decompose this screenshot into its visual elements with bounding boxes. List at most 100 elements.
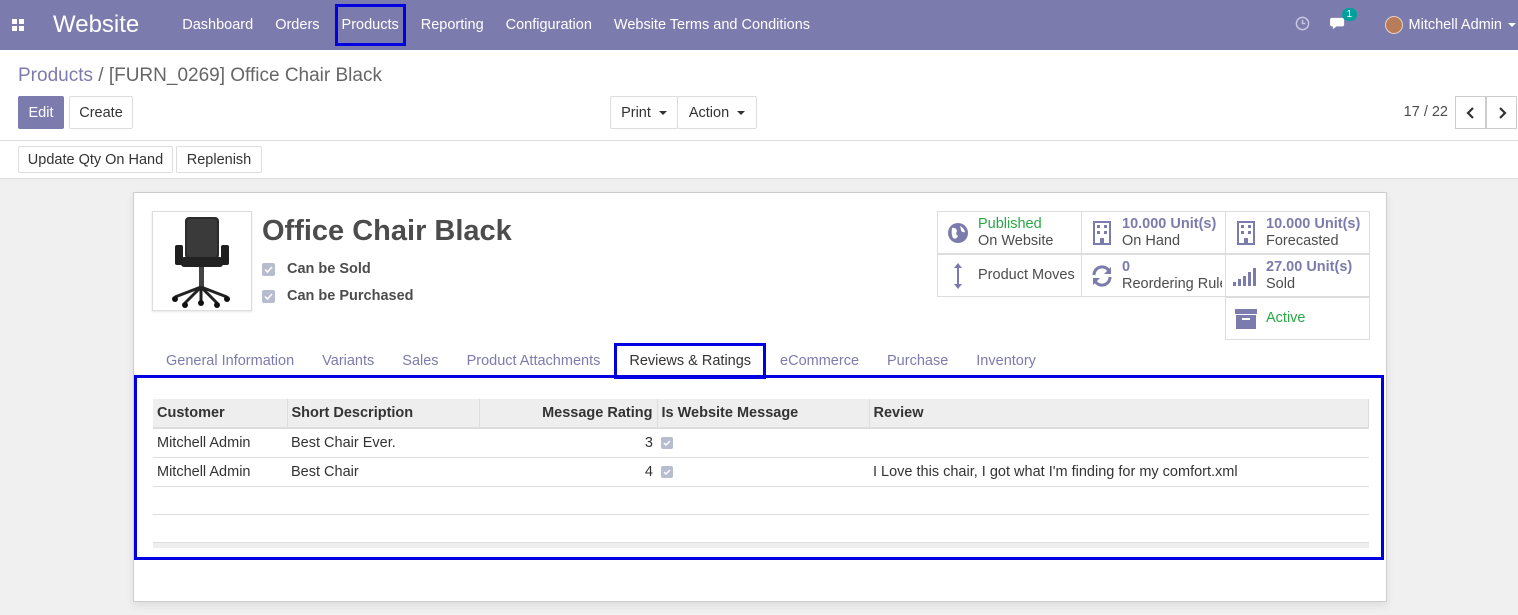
can-be-purchased-row: Can be Purchased	[262, 288, 414, 304]
app-brand[interactable]: Website	[53, 11, 139, 39]
can-be-sold-row: Can be Sold	[262, 261, 371, 277]
column-is-website-message[interactable]: Is Website Message	[657, 399, 870, 429]
menu-reporting[interactable]: Reporting	[410, 0, 495, 50]
print-label: Print	[621, 104, 651, 121]
refresh-icon	[1092, 264, 1112, 287]
empty-row	[153, 486, 1369, 515]
cell-review: I Love this chair, I got what I'm findin…	[869, 457, 1369, 487]
website-message-checkbox[interactable]	[661, 465, 673, 478]
breadcrumb-products[interactable]: Products	[18, 65, 93, 86]
pager-next-button[interactable]	[1486, 96, 1517, 129]
pager-value[interactable]: 17 / 22	[1404, 104, 1448, 120]
tab-sales[interactable]: Sales	[388, 343, 452, 379]
column-message-rating[interactable]: Message Rating	[479, 399, 658, 429]
product-moves-label: Product Moves	[978, 267, 1075, 283]
cell-review	[869, 428, 1369, 458]
breadcrumb-current: [FURN_0269] Office Chair Black	[108, 65, 382, 86]
table-row[interactable]: Mitchell Admin Best Chair Ever. 3	[153, 428, 1369, 458]
form-statusbar: Update Qty On Hand Replenish	[0, 141, 1518, 179]
published-value: Published	[978, 215, 1042, 232]
cell-customer: Mitchell Admin	[153, 428, 287, 458]
website-message-checkbox[interactable]	[661, 436, 673, 449]
action-label: Action	[688, 104, 730, 121]
office-chair-image	[172, 217, 230, 308]
cell-website-message	[657, 428, 869, 458]
table-footer	[153, 542, 1369, 548]
notebook-tabs: General Information Variants Sales Produ…	[152, 343, 1050, 379]
cell-website-message	[657, 457, 869, 487]
can-be-purchased-checkbox[interactable]	[262, 289, 275, 303]
on-hand-stat-button[interactable]: 10.000 Unit(s) On Hand	[1081, 211, 1226, 254]
product-image[interactable]	[152, 211, 252, 311]
menu-products[interactable]: Products	[331, 0, 410, 50]
menu-dashboard[interactable]: Dashboard	[171, 0, 264, 50]
table-header-row: Customer Short Description Message Ratin…	[153, 399, 1369, 429]
forecasted-label: Forecasted	[1266, 232, 1339, 249]
sold-label: Sold	[1266, 275, 1296, 292]
tab-purchase[interactable]: Purchase	[873, 343, 962, 379]
reviews-panel: Customer Short Description Message Ratin…	[134, 375, 1384, 560]
chevron-right-icon	[1498, 106, 1507, 119]
forecasted-value: 10.000 Unit(s)	[1266, 215, 1361, 232]
chat-icon[interactable]: 1	[1329, 8, 1358, 34]
action-caret-icon	[737, 110, 746, 115]
create-button[interactable]: Create	[69, 96, 133, 129]
reordering-stat-button[interactable]: 0Reordering Rules	[1081, 254, 1226, 297]
clock-icon[interactable]	[1295, 16, 1310, 34]
signal-bars-icon	[1233, 267, 1256, 286]
print-dropdown[interactable]: Print	[610, 96, 678, 129]
product-name[interactable]: Office Chair Black	[262, 215, 512, 248]
archive-icon	[1235, 308, 1257, 329]
can-be-sold-label: Can be Sold	[287, 261, 371, 277]
column-short-description[interactable]: Short Description	[287, 399, 480, 429]
apps-grid-icon[interactable]	[0, 0, 36, 50]
breadcrumb: Products / [FURN_0269] Office Chair Blac…	[18, 65, 382, 87]
column-customer[interactable]: Customer	[153, 399, 288, 429]
table-row[interactable]: Mitchell Admin Best Chair 4 I Love this …	[153, 457, 1369, 487]
chat-badge: 1	[1341, 8, 1358, 21]
cell-customer: Mitchell Admin	[153, 457, 287, 487]
menu-configuration[interactable]: Configuration	[495, 0, 603, 50]
control-panel: Products / [FURN_0269] Office Chair Blac…	[0, 50, 1518, 141]
active-stat-button[interactable]: Active	[1225, 297, 1370, 340]
form-sheet: Office Chair Black Can be Sold Can be Pu…	[133, 192, 1387, 602]
globe-icon	[948, 222, 968, 243]
chevron-left-icon	[1465, 106, 1474, 119]
avatar[interactable]	[1384, 16, 1403, 34]
active-label: Active	[1266, 310, 1306, 326]
on-hand-value: 10.000 Unit(s)	[1122, 215, 1217, 232]
cell-rating: 4	[479, 457, 657, 487]
column-review[interactable]: Review	[869, 399, 1369, 429]
pager-previous-button[interactable]	[1455, 96, 1486, 129]
tab-inventory[interactable]: Inventory	[962, 343, 1050, 379]
tab-ecommerce[interactable]: eCommerce	[766, 343, 873, 379]
tab-general-information[interactable]: General Information	[152, 343, 308, 379]
empty-row	[153, 514, 1369, 543]
can-be-purchased-label: Can be Purchased	[287, 288, 414, 304]
cell-short-description: Best Chair Ever.	[287, 428, 479, 458]
replenish-button[interactable]: Replenish	[176, 146, 262, 173]
menu-orders[interactable]: Orders	[264, 0, 330, 50]
published-stat-button[interactable]: Published On Website	[937, 211, 1082, 254]
menu-website-terms[interactable]: Website Terms and Conditions	[603, 0, 821, 50]
product-moves-stat-button[interactable]: Product Moves	[937, 254, 1082, 297]
edit-button[interactable]: Edit	[18, 96, 64, 129]
update-qty-button[interactable]: Update Qty On Hand	[18, 146, 173, 173]
building-icon	[1237, 220, 1255, 245]
can-be-sold-checkbox[interactable]	[262, 262, 275, 276]
on-hand-label: On Hand	[1122, 232, 1181, 249]
user-dropdown-caret-icon[interactable]	[1508, 23, 1516, 27]
cell-rating: 3	[479, 428, 657, 458]
sold-stat-button[interactable]: 27.00 Unit(s) Sold	[1225, 254, 1370, 297]
tab-reviews-ratings[interactable]: Reviews & Ratings	[614, 343, 767, 379]
action-dropdown[interactable]: Action	[677, 96, 757, 129]
published-label: On Website	[978, 232, 1054, 249]
user-menu[interactable]: Mitchell Admin	[1409, 17, 1502, 33]
reviews-table: Customer Short Description Message Ratin…	[153, 399, 1369, 548]
tab-variants[interactable]: Variants	[308, 343, 388, 379]
print-caret-icon	[658, 110, 667, 115]
reordering-value: 0	[1122, 258, 1131, 275]
tab-product-attachments[interactable]: Product Attachments	[453, 343, 615, 379]
reordering-label: Reordering Rules	[1122, 275, 1222, 292]
forecasted-stat-button[interactable]: 10.000 Unit(s) Forecasted	[1225, 211, 1370, 254]
